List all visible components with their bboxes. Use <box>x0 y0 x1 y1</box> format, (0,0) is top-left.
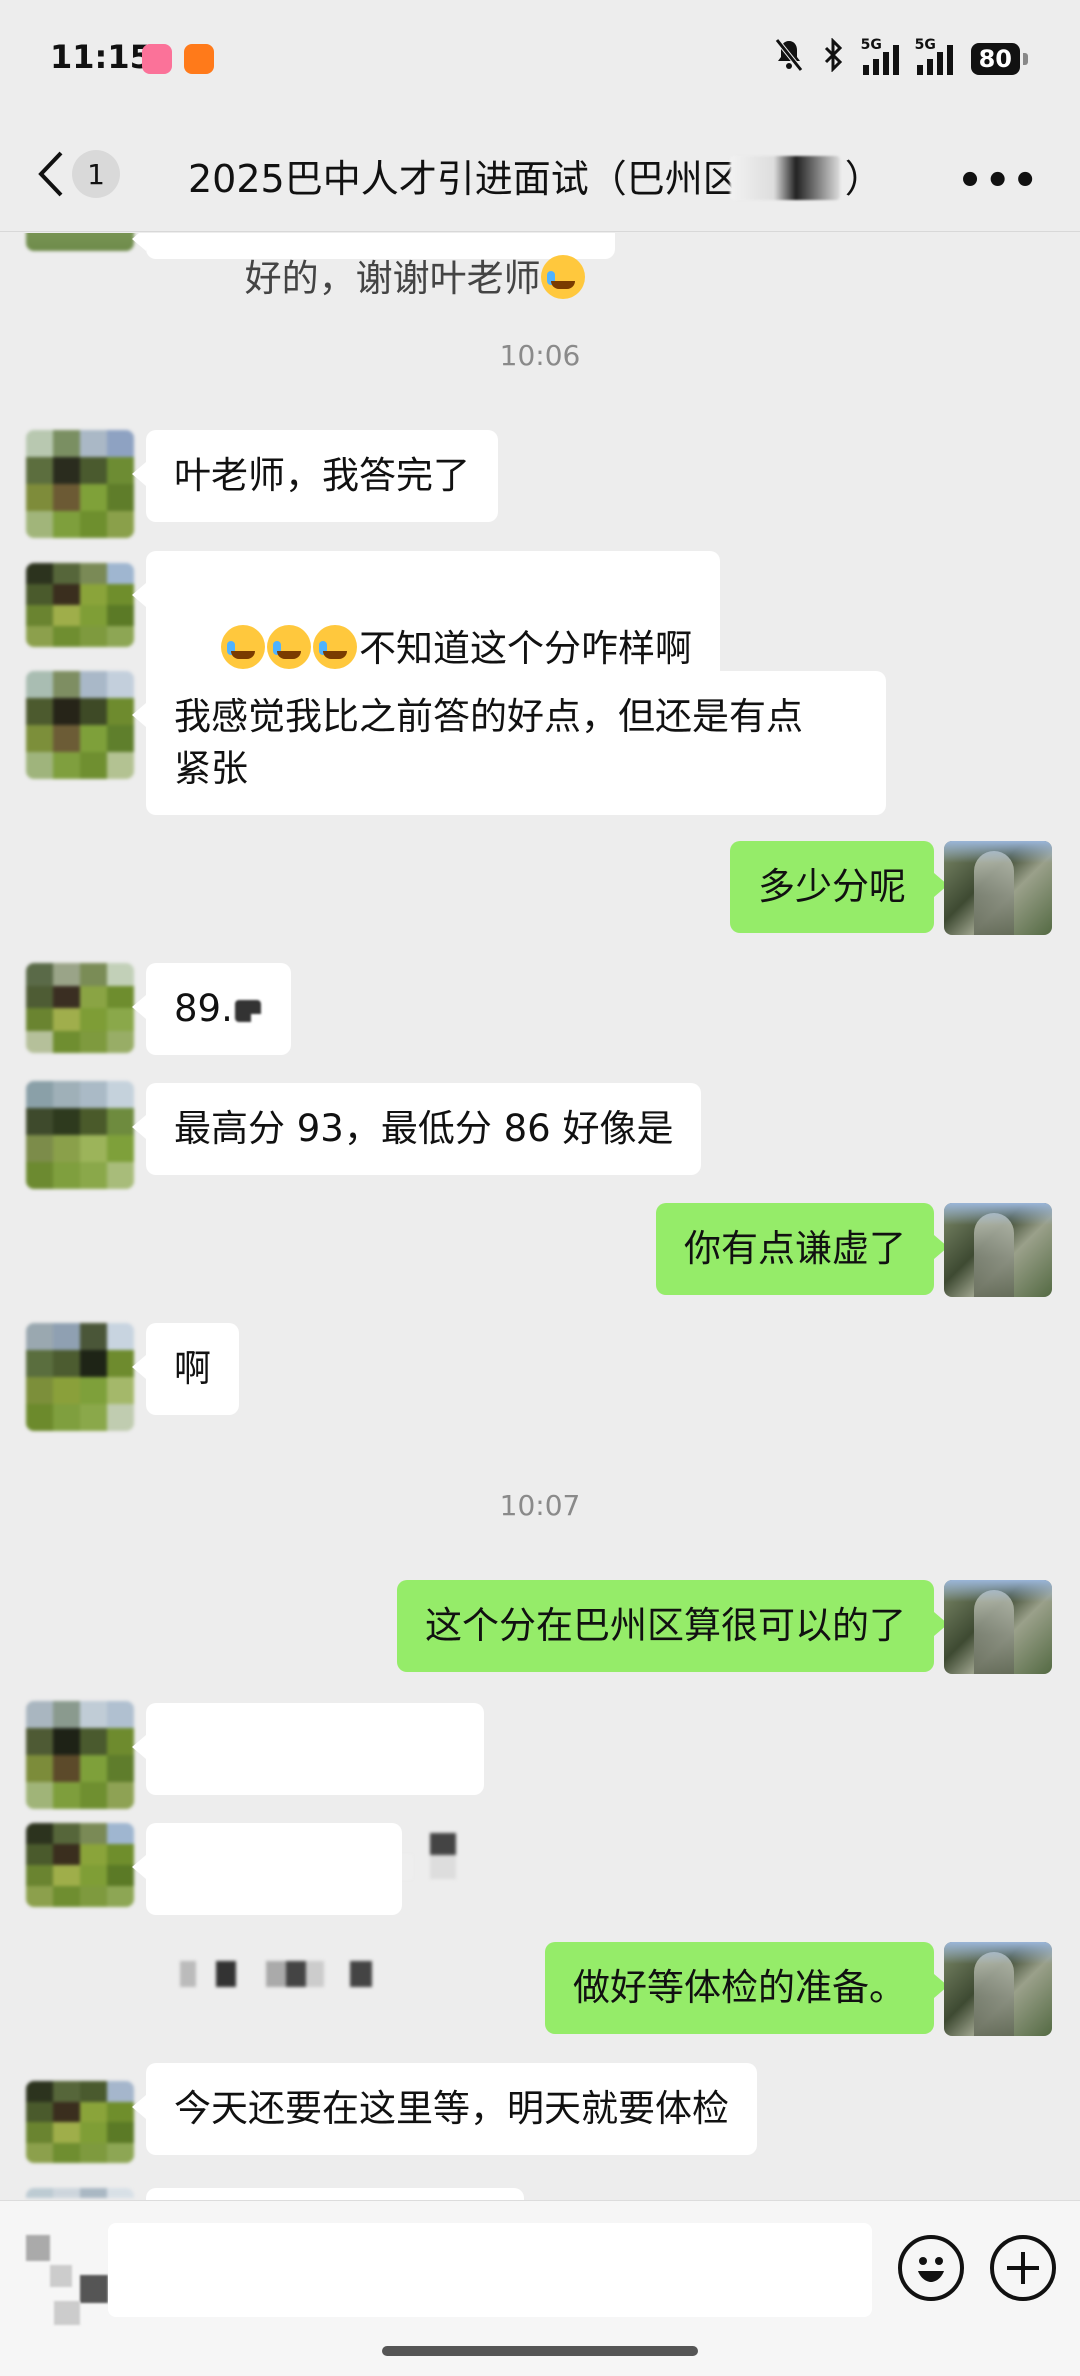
message-text: 我感觉我比之前答的好点，但还是有点 紧张 <box>174 695 803 790</box>
message-text: 这个分在巴州区算很可以的了 <box>425 1604 906 1647</box>
message-bubble-self[interactable]: 你有点谦虚了 <box>656 1203 948 1295</box>
message-text: 啊 <box>174 1347 211 1390</box>
message-text: 最高分 93，最低分 86 好像是 <box>174 1107 674 1150</box>
message-bubble[interactable]: 89. <box>132 963 291 1055</box>
plus-circle-icon[interactable] <box>990 2235 1056 2301</box>
message-text: 你有点谦虚了 <box>684 1227 906 1270</box>
smiley-icon[interactable] <box>898 2235 964 2301</box>
status-bar: 11:15 5G 5G 80 <box>0 0 1080 118</box>
message-bubble[interactable]: 最高分 93，最低分 86 好像是 <box>131 1083 702 1175</box>
avatar[interactable] <box>26 2188 134 2200</box>
title-text: 2025巴中人才引进面试（巴州区 <box>188 157 741 201</box>
message-bubble[interactable]: 我感觉我比之前答的好点，但还是有点 紧张 <box>132 671 886 815</box>
avatar-self[interactable] <box>944 1942 1052 2036</box>
message-text: 不知道这个分咋样啊 <box>359 627 693 670</box>
unread-count-badge[interactable]: 1 <box>72 150 120 198</box>
avatar[interactable] <box>26 963 134 1053</box>
avatar[interactable] <box>26 563 134 647</box>
signal-icon: 5G <box>861 37 899 75</box>
avatar[interactable] <box>26 430 134 538</box>
status-icons: 5G 5G 80 <box>773 37 1029 79</box>
chat-header: 1 2025巴中人才引进面试（巴州区 ） ••• <box>0 118 1080 232</box>
voice-toggle-icon[interactable] <box>24 2235 108 2325</box>
network-label: 5G <box>860 36 882 53</box>
orange-app-icon <box>184 44 214 74</box>
redacted-region <box>234 999 263 1026</box>
message-bubble[interactable]: 好的，谢谢叶老师 <box>132 233 615 300</box>
chevron-left-icon[interactable] <box>30 146 70 202</box>
bluetooth-icon <box>823 37 845 79</box>
redacted-region <box>730 156 840 200</box>
avatar[interactable] <box>26 233 134 251</box>
message-list[interactable]: 好的，谢谢叶老师 10:06 叶老师，我答完了 不知道这个分咋样啊 我感觉我比之… <box>0 233 1080 2200</box>
avatar-self[interactable] <box>944 1203 1052 1297</box>
message-text: 叶老师，我答完了 <box>174 454 470 497</box>
message-input[interactable] <box>108 2223 872 2317</box>
battery-icon: 80 <box>970 42 1029 75</box>
message-text: 做好等体检的准备。 <box>573 1966 906 2009</box>
avatar[interactable] <box>26 1081 134 1189</box>
message-text: 89. <box>174 987 233 1030</box>
message-bubble[interactable]: 叶老师，我答完了 <box>132 430 498 522</box>
timestamp: 10:07 <box>499 1489 581 1522</box>
crying-laughing-emoji-icon <box>313 625 358 669</box>
signal-icon: 5G <box>915 37 953 75</box>
timestamp: 10:06 <box>499 339 581 372</box>
message-bubble-self[interactable]: 这个分在巴州区算很可以的了 <box>397 1580 948 1672</box>
message-bubble-self[interactable]: 多少分呢 <box>730 841 948 933</box>
more-dots-icon[interactable]: ••• <box>957 158 1040 204</box>
message-text: 多少分呢 <box>758 865 906 908</box>
mute-bell-icon <box>773 38 805 79</box>
message-bubble-self[interactable]: 做好等体检的准备。 <box>545 1942 948 2034</box>
message-text: 今天还要在这里等，明天就要体检 <box>174 2087 729 2130</box>
avatar[interactable] <box>26 671 134 779</box>
message-text: 好的，谢谢叶老师 <box>244 257 541 300</box>
avatar[interactable] <box>26 1323 134 1431</box>
message-bubble-redacted[interactable] <box>132 1703 484 1879</box>
avatar-self[interactable] <box>944 841 1052 935</box>
message-bubble[interactable]: 啊 <box>132 1323 239 1415</box>
message-bubble[interactable] <box>146 2188 524 2200</box>
crying-laughing-emoji-icon <box>267 625 312 669</box>
avatar-self[interactable] <box>944 1580 1052 1674</box>
crying-laughing-emoji-icon <box>221 625 266 669</box>
status-time: 11:15 <box>50 38 152 76</box>
avatar[interactable] <box>26 1823 134 1907</box>
title-end: ） <box>844 157 883 201</box>
network-label: 5G <box>914 36 936 53</box>
redacted-region <box>180 1961 372 1987</box>
bilibili-app-icon <box>142 44 172 74</box>
message-bubble-redacted[interactable] <box>132 1823 402 1987</box>
emoji-icon <box>540 255 585 299</box>
message-bubble[interactable]: 今天还要在这里等，明天就要体检 <box>132 2063 757 2155</box>
avatar[interactable] <box>26 1701 134 1809</box>
home-indicator[interactable] <box>382 2346 698 2356</box>
avatar[interactable] <box>26 2081 134 2163</box>
